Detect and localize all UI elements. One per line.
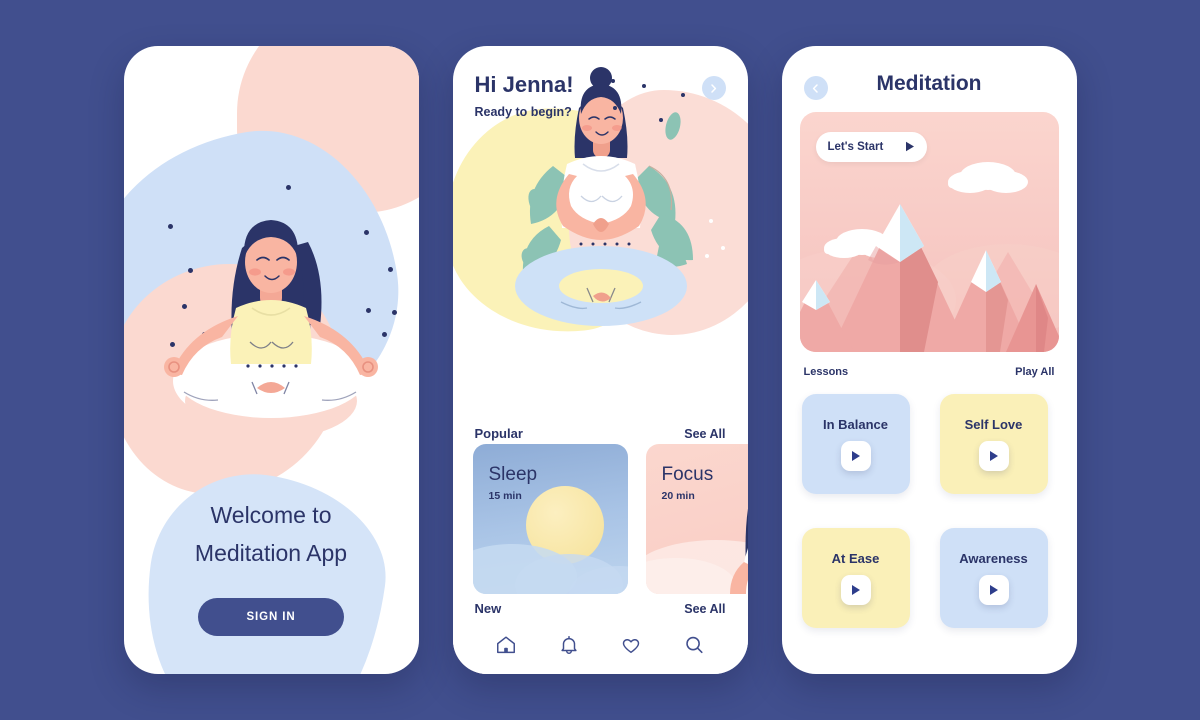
lesson-card-in-balance[interactable]: In Balance: [801, 394, 910, 494]
mockup-stage: Welcome to Meditation App SIGN IN Hi Jen…: [0, 0, 1200, 720]
play-icon: [905, 140, 915, 155]
hero-mountains: Let's Start: [799, 112, 1059, 352]
welcome-line-2: Meditation App: [194, 540, 348, 566]
bottom-navigation: [452, 616, 748, 674]
section-header-lessons: Lessons Play All: [804, 366, 1055, 378]
card-title: Sleep: [488, 464, 538, 485]
lesson-card-awareness[interactable]: Awareness: [939, 528, 1048, 628]
illustration-meditating-woman: [163, 220, 378, 439]
lesson-title: Self Love: [964, 417, 1023, 432]
card-sleep[interactable]: Sleep 15 min: [472, 444, 628, 594]
greeting-subtitle: Ready to begin?: [474, 105, 572, 119]
chevron-right-icon[interactable]: [701, 76, 726, 100]
bell-icon[interactable]: [558, 634, 580, 656]
lesson-card-self-love[interactable]: Self Love: [939, 394, 1048, 494]
lesson-title: At Ease: [831, 551, 880, 566]
lesson-title: Awareness: [959, 551, 1028, 566]
play-icon[interactable]: [840, 575, 871, 605]
see-all-link-new[interactable]: See All: [684, 602, 725, 616]
section-title-lessons: Lessons: [803, 366, 849, 378]
phone-screen-meditation: Meditation Let's Start Lessons Play All …: [781, 46, 1077, 674]
section-header-popular: Popular See All: [475, 426, 726, 441]
card-focus-label: Focus 20 min: [662, 464, 714, 502]
card-duration: 15 min: [488, 490, 522, 502]
see-all-link-popular[interactable]: See All: [684, 427, 725, 441]
welcome-text: Welcome to Meditation App: [124, 496, 419, 572]
play-all-link[interactable]: Play All: [1015, 366, 1054, 378]
play-icon[interactable]: [978, 575, 1009, 605]
card-focus[interactable]: Focus 20 min: [645, 444, 748, 594]
welcome-line-1: Welcome to: [210, 502, 332, 528]
section-title: New: [474, 601, 502, 616]
phone-screen-home: Hi Jenna! Ready to begin? Popular See Al…: [452, 46, 748, 674]
lets-start-label: Let's Start: [827, 141, 884, 153]
card-title: Focus: [661, 464, 714, 485]
greeting-text: Hi Jenna!: [474, 72, 574, 97]
card-sleep-label: Sleep 15 min: [489, 464, 538, 502]
lesson-card-at-ease[interactable]: At Ease: [801, 528, 910, 628]
sign-in-button[interactable]: SIGN IN: [198, 598, 344, 636]
play-icon[interactable]: [978, 441, 1009, 471]
home-greeting-block: Hi Jenna! Ready to begin?: [475, 72, 574, 119]
phone-screen-onboarding: Welcome to Meditation App SIGN IN: [123, 46, 419, 674]
search-icon[interactable]: [683, 634, 705, 656]
home-icon[interactable]: [495, 634, 517, 656]
heart-icon[interactable]: [620, 634, 642, 656]
section-title: Popular: [474, 426, 523, 441]
play-icon[interactable]: [840, 441, 871, 471]
card-duration: 20 min: [661, 490, 695, 502]
lesson-title: In Balance: [822, 417, 889, 432]
chevron-left-icon[interactable]: [803, 76, 828, 100]
lets-start-button[interactable]: Let's Start: [815, 132, 928, 162]
section-header-new: New See All: [475, 601, 726, 616]
